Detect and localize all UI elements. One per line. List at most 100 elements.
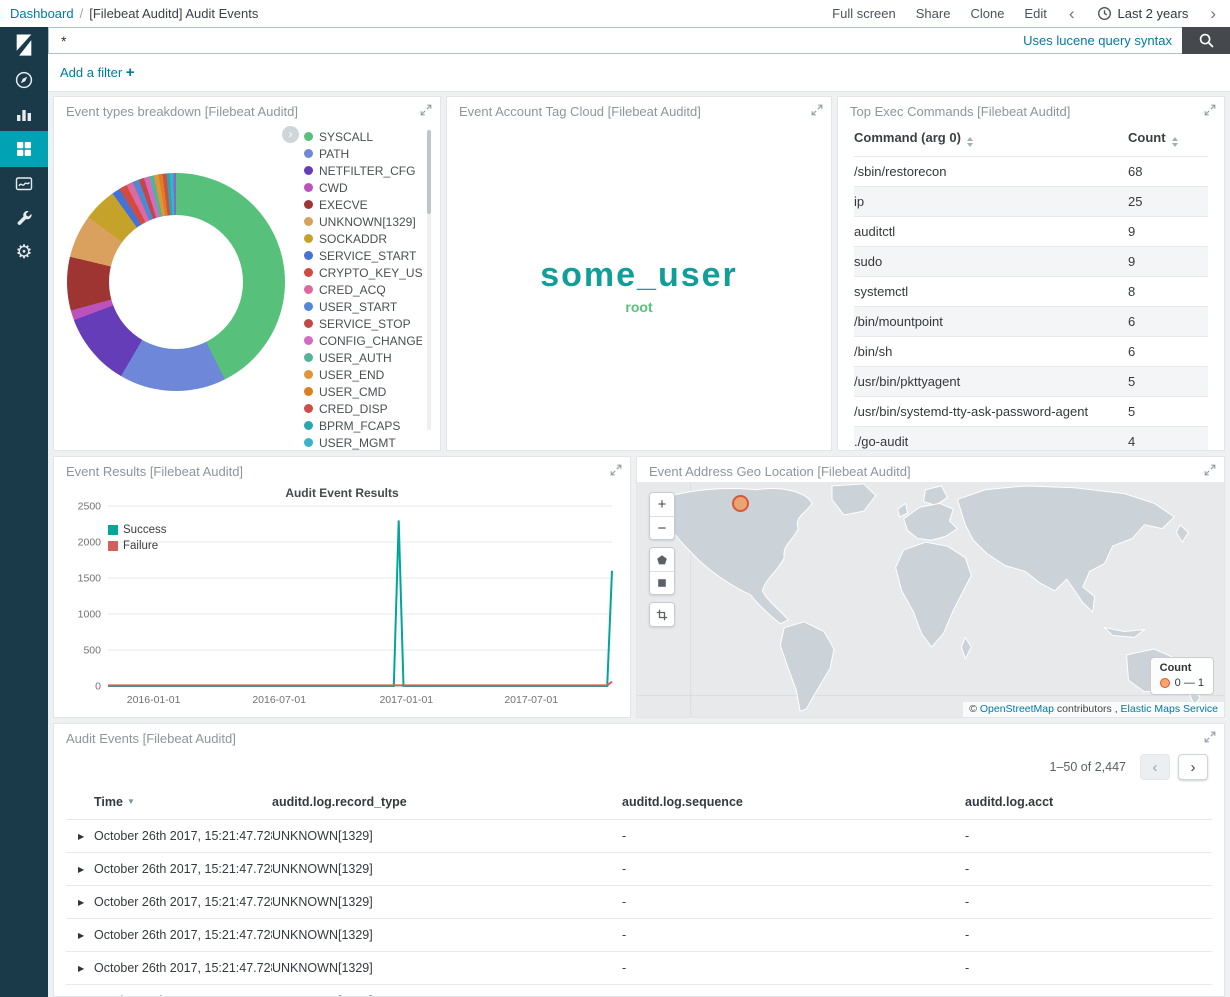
zoom-in-button[interactable]: + (650, 493, 674, 516)
svg-text:500: 500 (83, 645, 101, 657)
plus-icon: + (126, 64, 135, 81)
table-row: ▶October 26th 2017, 15:21:47.728UNKNOWN[… (66, 853, 1212, 886)
sidebar-item-management[interactable]: ⚙ (0, 235, 48, 269)
legend-scrollbar[interactable] (427, 130, 431, 430)
expand-panel-icon[interactable] (1204, 104, 1216, 119)
legend-item[interactable]: CWD (304, 179, 422, 196)
panel-event-results: Event Results [Filebeat Auditd] Audit Ev… (53, 456, 631, 718)
kibana-logo[interactable] (0, 27, 48, 63)
zoom-out-button[interactable]: − (650, 516, 674, 539)
legend-item[interactable]: SOCKADDR (304, 230, 422, 247)
sidebar-item-timelion[interactable] (0, 167, 48, 201)
draw-polygon-button[interactable] (650, 548, 674, 571)
table-row: auditctl9 (854, 217, 1208, 247)
time-forward-icon[interactable]: › (1208, 5, 1218, 22)
openstreetmap-link[interactable]: OpenStreetMap (980, 703, 1054, 715)
time-picker[interactable]: Last 2 years (1097, 6, 1189, 21)
expand-panel-icon[interactable] (1204, 731, 1216, 746)
legend-swatch (304, 183, 313, 192)
legend-item[interactable]: USER_AUTH (304, 349, 422, 366)
panel-event-types: Event types breakdown [Filebeat Auditd] … (53, 96, 441, 451)
legend-item[interactable]: USER_END (304, 366, 422, 383)
legend-swatch (304, 302, 313, 311)
expand-row-icon[interactable]: ▶ (66, 952, 94, 985)
legend-item[interactable]: SERVICE_STOP (304, 315, 422, 332)
column-header-count[interactable]: Count (1128, 124, 1208, 157)
timelion-icon (14, 174, 34, 194)
expand-panel-icon[interactable] (610, 464, 622, 479)
share-button[interactable]: Share (916, 6, 951, 21)
svg-text:0: 0 (95, 681, 101, 693)
column-header-command[interactable]: Command (arg 0) (854, 124, 1128, 157)
count-cell: 5 (1128, 397, 1208, 427)
command-cell: /sbin/restorecon (854, 157, 1128, 187)
tag-cloud-word[interactable]: some_user (540, 257, 738, 294)
legend-item[interactable]: EXECVE (304, 196, 422, 213)
draw-rectangle-button[interactable] (650, 571, 674, 594)
sidebar-item-discover[interactable] (0, 63, 48, 97)
chart-legend-item[interactable]: Failure (108, 538, 166, 554)
breadcrumb-dashboard-link[interactable]: Dashboard (10, 6, 74, 21)
prev-page-button[interactable]: ‹ (1140, 754, 1170, 780)
expand-row-icon[interactable]: ▶ (66, 820, 94, 853)
legend-item[interactable]: UNKNOWN[1329] (304, 213, 422, 230)
rectangle-icon (656, 577, 668, 589)
discover-compass-icon (14, 70, 34, 90)
expand-panel-icon[interactable] (420, 104, 432, 119)
expand-row-icon[interactable]: ▶ (66, 919, 94, 952)
add-filter-link[interactable]: Add a filter + (60, 64, 135, 81)
column-header-acct[interactable]: auditd.log.acct (965, 787, 1212, 820)
full-screen-button[interactable]: Full screen (832, 6, 896, 21)
edit-button[interactable]: Edit (1024, 6, 1046, 21)
kibana-logo-icon (11, 32, 37, 58)
chart-legend-item[interactable]: Success (108, 522, 166, 538)
legend-swatch (304, 370, 313, 379)
legend-swatch (304, 319, 313, 328)
legend-item[interactable]: BPRM_FCAPS (304, 417, 422, 434)
legend-item[interactable]: CONFIG_CHANGE (304, 332, 422, 349)
expand-panel-icon[interactable] (811, 104, 823, 119)
legend-dot-icon (1160, 678, 1170, 688)
legend-item[interactable]: USER_MGMT (304, 434, 422, 450)
legend-item[interactable]: USER_CMD (304, 383, 422, 400)
time-back-icon[interactable]: ‹ (1067, 5, 1077, 22)
fit-bounds-button[interactable] (650, 603, 674, 626)
column-header-record-type[interactable]: auditd.log.record_type (272, 787, 622, 820)
geo-marker[interactable] (732, 495, 749, 512)
count-cell: 9 (1128, 247, 1208, 277)
legend-swatch (304, 234, 313, 243)
svg-text:2017-01-01: 2017-01-01 (379, 694, 433, 706)
sidebar-item-visualize[interactable] (0, 97, 48, 131)
expand-panel-icon[interactable] (1204, 464, 1216, 479)
legend-item[interactable]: SYSCALL (304, 128, 422, 145)
search-input[interactable] (59, 32, 1015, 50)
sidebar-item-dev-tools[interactable] (0, 201, 48, 235)
column-header-sequence[interactable]: auditd.log.sequence (622, 787, 965, 820)
polygon-icon (656, 554, 668, 566)
tag-cloud-word[interactable]: root (625, 300, 652, 315)
search-button[interactable] (1182, 27, 1230, 54)
expand-row-icon[interactable]: ▶ (66, 886, 94, 919)
legend-item[interactable]: CRED_ACQ (304, 281, 422, 298)
elastic-maps-service-link[interactable]: Elastic Maps Service (1121, 703, 1218, 715)
svg-text:1000: 1000 (78, 609, 102, 621)
map-canvas[interactable]: + − (637, 482, 1224, 717)
lucene-syntax-link[interactable]: Uses lucene query syntax (1023, 33, 1172, 48)
legend-item[interactable]: CRYPTO_KEY_USER (304, 264, 422, 281)
table-row: ▶October 26th 2017, 15:21:47.728UNKNOWN[… (66, 952, 1212, 985)
expand-row-icon[interactable]: ▶ (66, 985, 94, 997)
next-page-button[interactable]: › (1178, 754, 1208, 780)
donut-chart[interactable] (67, 173, 285, 391)
clone-button[interactable]: Clone (970, 6, 1004, 21)
legend-item[interactable]: CRED_DISP (304, 400, 422, 417)
column-header-time[interactable]: Time▼ (94, 787, 272, 820)
legend-item[interactable]: SERVICE_START (304, 247, 422, 264)
legend-toggle-icon[interactable]: › (282, 126, 299, 143)
legend-item[interactable]: PATH (304, 145, 422, 162)
sidebar-item-dashboard[interactable] (0, 131, 48, 167)
legend-item[interactable]: USER_START (304, 298, 422, 315)
expand-row-icon[interactable]: ▶ (66, 853, 94, 886)
table-row: ip25 (854, 187, 1208, 217)
legend-item[interactable]: NETFILTER_CFG (304, 162, 422, 179)
command-cell: /bin/sh (854, 337, 1128, 367)
